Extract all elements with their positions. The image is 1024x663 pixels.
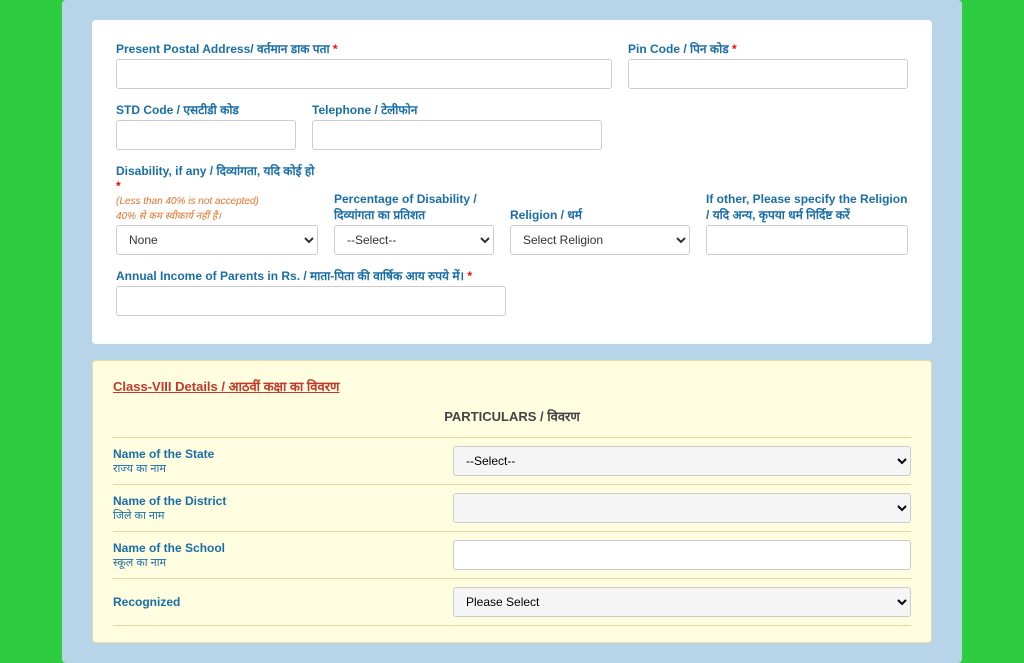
row-address-pin: Present Postal Address/ वर्तमान डाक पता … xyxy=(116,40,908,89)
std-code-label: STD Code / एसटीडी कोड xyxy=(116,101,296,118)
table-row-recognized: Recognized Please Select xyxy=(113,578,911,626)
group-disability: Disability, if any / दिव्यांगता, यदि कोई… xyxy=(116,162,318,255)
disability-label: Disability, if any / दिव्यांगता, यदि कोई… xyxy=(116,162,318,193)
group-other-religion: If other, Please specify the Religion / … xyxy=(706,192,908,255)
table-row-school: Name of the School स्कूल का नाम xyxy=(113,531,911,578)
state-control: --Select-- xyxy=(453,446,911,476)
pin-code-label: Pin Code / पिन कोड * xyxy=(628,40,908,57)
religion-select[interactable]: Select Religion xyxy=(510,225,690,255)
annual-income-label: Annual Income of Parents in Rs. / माता-प… xyxy=(116,267,506,284)
postal-address-label: Present Postal Address/ वर्तमान डाक पता … xyxy=(116,40,612,57)
group-postal-address: Present Postal Address/ वर्तमान डाक पता … xyxy=(116,40,612,89)
table-row-state: Name of the State राज्य का नाम --Select-… xyxy=(113,437,911,484)
class8-section: Class-VIII Details / आठवीं कक्षा का विवर… xyxy=(92,360,932,643)
recognized-control: Please Select xyxy=(453,587,911,617)
state-label: Name of the State राज्य का नाम xyxy=(113,447,453,476)
disability-warning-hi: 40% से कम स्वीकार्य नहीं है। xyxy=(116,210,318,223)
class8-title: Class-VIII Details / आठवीं कक्षा का विवर… xyxy=(113,377,911,395)
group-pct-disability: Percentage of Disability / दिव्यांगता का… xyxy=(334,192,494,255)
telephone-input[interactable] xyxy=(312,120,602,150)
address-section: Present Postal Address/ वर्तमान डाक पता … xyxy=(92,20,932,344)
disability-select[interactable]: None xyxy=(116,225,318,255)
group-telephone: Telephone / टेलीफोन xyxy=(312,101,602,150)
recognized-select[interactable]: Please Select xyxy=(453,587,911,617)
main-wrapper: Present Postal Address/ वर्तमान डाक पता … xyxy=(62,0,962,663)
recognized-label: Recognized xyxy=(113,595,453,609)
group-annual-income: Annual Income of Parents in Rs. / माता-प… xyxy=(116,267,506,316)
district-select[interactable] xyxy=(453,493,911,523)
postal-address-input[interactable] xyxy=(116,59,612,89)
pct-disability-label: Percentage of Disability / दिव्यांगता का… xyxy=(334,192,494,223)
row-annual-income: Annual Income of Parents in Rs. / माता-प… xyxy=(116,267,908,316)
annual-income-input[interactable] xyxy=(116,286,506,316)
school-control xyxy=(453,540,911,570)
other-religion-label: If other, Please specify the Religion / … xyxy=(706,192,908,223)
disability-warning-en: (Less than 40% is not accepted) xyxy=(116,195,318,208)
school-label: Name of the School स्कूल का नाम xyxy=(113,541,453,570)
religion-label: Religion / धर्म xyxy=(510,206,690,223)
other-religion-input[interactable] xyxy=(706,225,908,255)
group-religion: Religion / धर्म Select Religion xyxy=(510,206,690,255)
row-disability-religion: Disability, if any / दिव्यांगता, यदि कोई… xyxy=(116,162,908,255)
state-select[interactable]: --Select-- xyxy=(453,446,911,476)
pct-disability-select[interactable]: --Select-- xyxy=(334,225,494,255)
telephone-label: Telephone / टेलीफोन xyxy=(312,101,602,118)
table-row-district: Name of the District जिले का नाम xyxy=(113,484,911,531)
district-label: Name of the District जिले का नाम xyxy=(113,494,453,523)
school-input[interactable] xyxy=(453,540,911,570)
row-std-telephone: STD Code / एसटीडी कोड Telephone / टेलीफो… xyxy=(116,101,908,150)
group-pin-code: Pin Code / पिन कोड * xyxy=(628,40,908,89)
std-code-input[interactable] xyxy=(116,120,296,150)
pin-code-input[interactable] xyxy=(628,59,908,89)
particulars-header: PARTICULARS / विवरण xyxy=(113,407,911,425)
district-control xyxy=(453,493,911,523)
group-std-code: STD Code / एसटीडी कोड xyxy=(116,101,296,150)
